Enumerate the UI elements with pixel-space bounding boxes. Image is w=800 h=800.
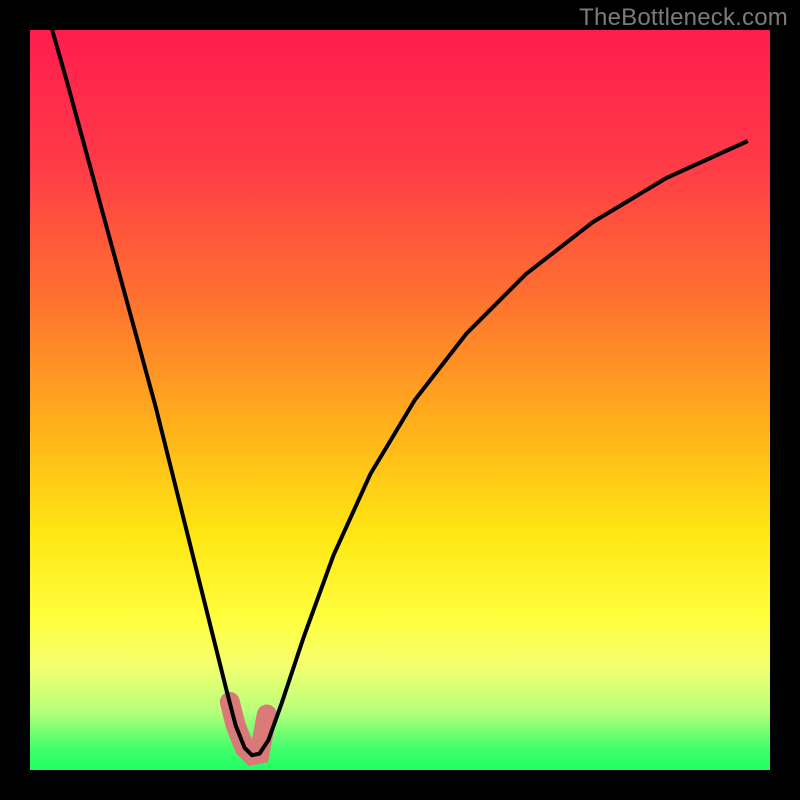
chart-curve-layer (30, 30, 770, 770)
chart-frame: TheBottleneck.com (0, 0, 800, 800)
bottleneck-curve-series (52, 30, 748, 755)
watermark-text: TheBottleneck.com (579, 4, 788, 32)
